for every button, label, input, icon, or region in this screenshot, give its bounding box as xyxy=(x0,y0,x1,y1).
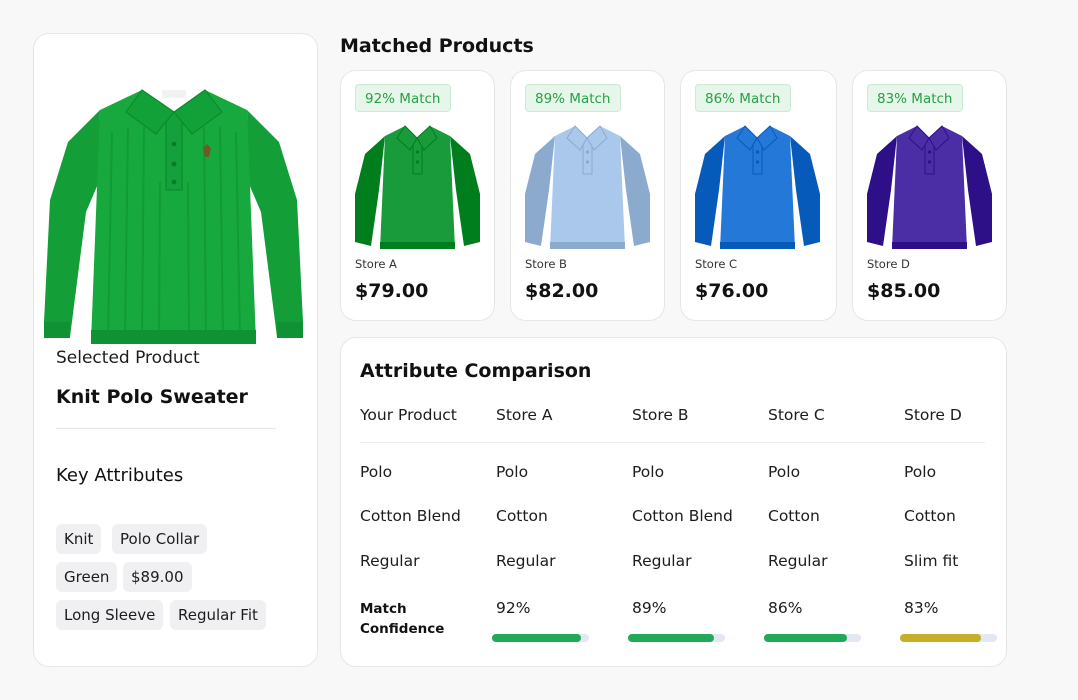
table-cell: Regular xyxy=(360,552,420,570)
confidence-bar-fill xyxy=(628,634,715,642)
table-cell: Polo xyxy=(632,463,665,481)
confidence-bar-fill xyxy=(900,634,981,642)
attribute-comparison-card: Attribute Comparison Your Product Store … xyxy=(340,337,1007,667)
product-card-store-a[interactable]: 92% Match Store A $79.00 xyxy=(340,70,495,321)
selected-product-name: Knit Polo Sweater xyxy=(56,386,248,408)
attribute-tag: Green xyxy=(56,562,118,592)
key-attributes-title: Key Attributes xyxy=(56,465,184,486)
table-cell: Polo xyxy=(904,463,937,481)
selected-product-image xyxy=(44,89,303,344)
table-cell: Cotton xyxy=(904,507,956,525)
match-badge: 86% Match xyxy=(695,84,791,112)
confidence-bar xyxy=(628,634,725,642)
product-image xyxy=(867,125,992,249)
column-header: Store C xyxy=(768,406,825,424)
table-cell: Polo xyxy=(768,463,801,481)
attribute-tag: Regular Fit xyxy=(170,600,266,630)
confidence-value: 89% xyxy=(632,599,667,617)
confidence-bar-fill xyxy=(764,634,848,642)
table-cell: Regular xyxy=(496,552,556,570)
confidence-value: 86% xyxy=(768,599,803,617)
table-cell: Regular xyxy=(632,552,692,570)
confidence-bar xyxy=(492,634,589,642)
match-badge: 92% Match xyxy=(355,84,451,112)
store-name: Store D xyxy=(867,257,910,271)
product-card-store-d[interactable]: 83% Match Store D $85.00 xyxy=(852,70,1007,321)
attribute-tag: Long Sleeve xyxy=(56,600,164,630)
selected-product-label: Selected Product xyxy=(56,348,200,368)
product-card-store-c[interactable]: 86% Match Store C $76.00 xyxy=(680,70,837,321)
product-image xyxy=(525,125,650,249)
table-cell: Cotton Blend xyxy=(632,507,733,525)
table-cell: Slim fit xyxy=(904,552,959,570)
column-header: Store A xyxy=(496,406,553,424)
match-badge: 83% Match xyxy=(867,84,963,112)
column-header: Your Product xyxy=(360,406,457,424)
product-card-store-b[interactable]: 89% Match Store B $82.00 xyxy=(510,70,665,321)
product-image xyxy=(355,125,480,249)
confidence-bar xyxy=(764,634,861,642)
confidence-bar-fill xyxy=(492,634,582,642)
product-price: $76.00 xyxy=(695,280,769,302)
product-image xyxy=(695,125,820,249)
product-price: $82.00 xyxy=(525,280,599,302)
store-name: Store A xyxy=(355,257,397,271)
column-header: Store B xyxy=(632,406,689,424)
attribute-tag: $89.00 xyxy=(123,562,192,592)
selected-product-card: Selected Product Knit Polo Sweater Key A… xyxy=(33,33,318,667)
product-price: $79.00 xyxy=(355,280,429,302)
product-price: $85.00 xyxy=(867,280,941,302)
confidence-bar xyxy=(900,634,997,642)
store-name: Store B xyxy=(525,257,567,271)
divider xyxy=(360,442,985,443)
attribute-tag: Polo Collar xyxy=(112,524,208,554)
confidence-value: 83% xyxy=(904,599,939,617)
table-cell: Regular xyxy=(768,552,828,570)
matched-products-title: Matched Products xyxy=(340,35,534,57)
attribute-comparison-title: Attribute Comparison xyxy=(360,360,592,382)
table-cell: Cotton xyxy=(768,507,820,525)
table-cell: Polo xyxy=(360,463,393,481)
confidence-value: 92% xyxy=(496,599,531,617)
table-cell: Cotton xyxy=(496,507,548,525)
table-cell: Polo xyxy=(496,463,529,481)
store-name: Store C xyxy=(695,257,738,271)
column-header: Store D xyxy=(904,406,962,424)
attribute-tag: Knit xyxy=(56,524,102,554)
match-badge: 89% Match xyxy=(525,84,621,112)
table-cell: Cotton Blend xyxy=(360,507,461,525)
divider xyxy=(56,428,276,429)
match-confidence-label: Match Confidence xyxy=(360,601,445,637)
